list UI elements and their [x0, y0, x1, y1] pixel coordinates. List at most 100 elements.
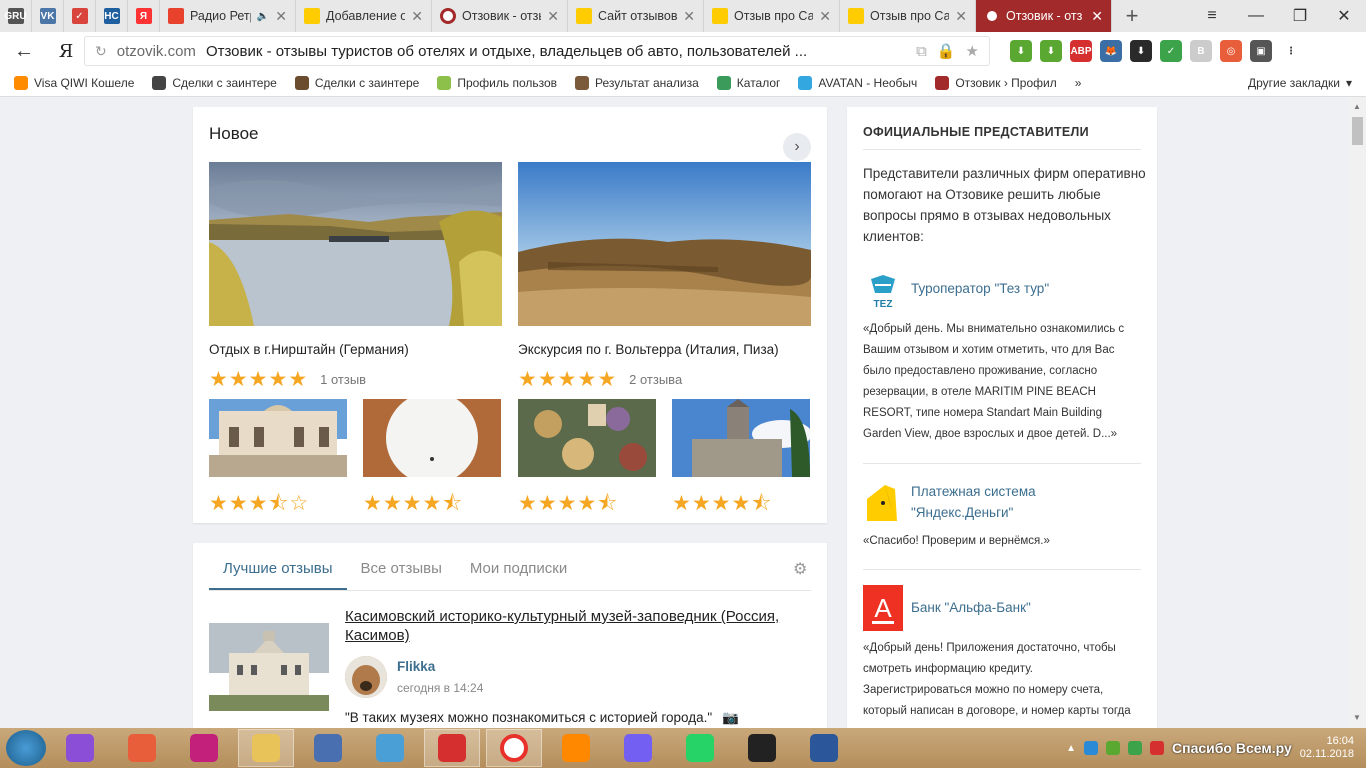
- tray-download-icon[interactable]: [1106, 741, 1121, 755]
- bookmark-item[interactable]: Профиль пользов: [437, 76, 557, 90]
- bookmark-star-icon[interactable]: ★: [966, 42, 979, 60]
- speed-app-button[interactable]: [300, 729, 356, 767]
- browser-tab[interactable]: Отзовик - отз ✕: [976, 0, 1112, 32]
- church-photo[interactable]: [672, 399, 812, 477]
- review-count[interactable]: 1 отзыв: [320, 372, 366, 387]
- other-bookmarks[interactable]: Другие закладки ▾: [1248, 76, 1352, 90]
- viber-app-button[interactable]: [610, 729, 666, 767]
- tray-z-icon[interactable]: [1084, 741, 1099, 755]
- menu-icon[interactable]: ⋮: [1280, 40, 1302, 62]
- review-tab[interactable]: Мои подписки: [456, 543, 581, 590]
- tray-expand-icon[interactable]: ▲: [1066, 743, 1076, 754]
- picasa-app-button[interactable]: [114, 729, 170, 767]
- next-arrow-button[interactable]: ›: [783, 133, 811, 161]
- bookmark-item[interactable]: Сделки с заинтере: [294, 76, 419, 90]
- adblock-icon[interactable]: ABP: [1070, 40, 1092, 62]
- bookmark-item[interactable]: Visa QIWI Кошеле: [14, 76, 134, 90]
- pinned-tab[interactable]: НС: [96, 0, 128, 32]
- scroll-thumb[interactable]: [1352, 117, 1363, 145]
- browser-tab[interactable]: Радио Ретр 🔈 ✕: [160, 0, 296, 32]
- savefrom-icon[interactable]: ⬇: [1130, 40, 1152, 62]
- tez-tour-logo[interactable]: TEZ: [863, 275, 903, 321]
- close-tab-icon[interactable]: ✕: [683, 8, 695, 25]
- robot-vacuum-photo[interactable]: [363, 392, 501, 484]
- page-scrollbar[interactable]: ▲ ▼: [1349, 98, 1366, 728]
- browser-tab[interactable]: Отзыв про Сайт ✕: [704, 0, 840, 32]
- camera-app-button[interactable]: [176, 729, 232, 767]
- fox-icon[interactable]: 🦊: [1100, 40, 1122, 62]
- review-title-link[interactable]: Касимовский историко-культурный музей-за…: [345, 607, 785, 645]
- speaker-icon[interactable]: 🔈: [257, 11, 269, 22]
- rhine-river-photo[interactable]: [209, 162, 502, 326]
- close-tab-icon[interactable]: ✕: [1091, 8, 1103, 25]
- review-tab[interactable]: Лучшие отзывы: [209, 543, 347, 590]
- rep-text-alfa-bank[interactable]: «Добрый день! Приложения достаточно, что…: [863, 638, 1143, 722]
- yandex-browser-app-button[interactable]: [486, 729, 542, 767]
- close-tab-icon[interactable]: ✕: [275, 8, 287, 25]
- hotel-photo[interactable]: [209, 399, 347, 477]
- start-button[interactable]: [6, 730, 46, 766]
- word-app-button[interactable]: [796, 729, 852, 767]
- close-icon[interactable]: ✕: [1322, 0, 1366, 32]
- photos-app-button[interactable]: [362, 729, 418, 767]
- minimize-icon[interactable]: —: [1234, 0, 1278, 32]
- address-bar[interactable]: ↻ otzovik.com Отзовик - отзывы туристов …: [84, 36, 990, 66]
- browser-tab[interactable]: Добавление отз ✕: [296, 0, 432, 32]
- browser-tab[interactable]: Сайт отзывов от ✕: [568, 0, 704, 32]
- browser-tab[interactable]: Отзовик - отзыв ✕: [432, 0, 568, 32]
- new-tab-button[interactable]: +: [1112, 0, 1152, 32]
- camera-ext-icon[interactable]: ◎: [1220, 40, 1242, 62]
- scroll-down-icon[interactable]: ▼: [1353, 713, 1361, 722]
- restore-icon[interactable]: ❐: [1278, 0, 1322, 32]
- reload-icon[interactable]: ↻: [95, 43, 107, 60]
- alfa-bank-logo[interactable]: А: [863, 585, 903, 631]
- close-tab-icon[interactable]: ✕: [819, 8, 831, 25]
- bookmark-item[interactable]: Сделки с заинтере: [152, 76, 277, 90]
- yandex-money-logo[interactable]: [863, 481, 903, 527]
- download-green-icon-2[interactable]: ⬇: [1040, 40, 1062, 62]
- bookmarks-more-icon[interactable]: »: [1075, 76, 1082, 90]
- close-tab-icon[interactable]: ✕: [955, 8, 967, 25]
- souvenirs-photo[interactable]: [518, 399, 656, 477]
- tray-evernote-icon[interactable]: [1128, 741, 1143, 755]
- clock[interactable]: 16:04 02.11.2018: [1300, 735, 1354, 761]
- translate-icon[interactable]: ⧉: [916, 43, 927, 60]
- opera-app-button[interactable]: [424, 729, 480, 767]
- bookmark-item[interactable]: Результат анализа: [575, 76, 699, 90]
- featured-caption-1[interactable]: Отдых в г.Нирштайн (Германия): [209, 342, 409, 357]
- close-tab-icon[interactable]: ✕: [411, 8, 423, 25]
- explorer-app-button[interactable]: [238, 729, 294, 767]
- shield-icon[interactable]: ✓: [1160, 40, 1182, 62]
- pinned-tab[interactable]: ✓: [64, 0, 96, 32]
- whatsapp-app-button[interactable]: [672, 729, 728, 767]
- rep-text-yandex-money[interactable]: «Спасибо! Проверим и вернёмся.»: [863, 531, 1143, 552]
- author-avatar[interactable]: [345, 656, 387, 698]
- review-quote[interactable]: "В таких музеях можно познакомиться с ис…: [345, 710, 739, 726]
- back-button[interactable]: ←: [0, 40, 48, 63]
- rep-text-tez-tour[interactable]: «Добрый день. Мы внимательно ознакомилис…: [863, 319, 1143, 445]
- review-tab[interactable]: Все отзывы: [347, 543, 456, 590]
- bookmark-item[interactable]: Отзовик › Профил: [935, 76, 1057, 90]
- browser-tab[interactable]: Отзыв про Сайт ✕: [840, 0, 976, 32]
- rep-name-tez-tour[interactable]: Туроператор "Тез тур": [911, 278, 1049, 299]
- close-tab-icon[interactable]: ✕: [547, 8, 559, 25]
- museum-photo[interactable]: [209, 623, 329, 711]
- mic-app-button[interactable]: [52, 729, 108, 767]
- menu-icon[interactable]: ≡: [1190, 0, 1234, 32]
- rep-name-yandex-money[interactable]: Платежная система "Яндекс.Деньги": [911, 481, 1141, 523]
- featured-caption-2[interactable]: Экскурсия по г. Вольтерра (Италия, Пиза): [518, 342, 779, 357]
- volterra-photo[interactable]: [518, 162, 812, 326]
- scroll-up-icon[interactable]: ▲: [1353, 102, 1361, 111]
- review-author[interactable]: Flikka: [397, 659, 435, 674]
- yandex-home-button[interactable]: Я: [48, 41, 84, 62]
- vlc-app-button[interactable]: [548, 729, 604, 767]
- screenshot-icon[interactable]: ▣: [1250, 40, 1272, 62]
- pinned-tab[interactable]: VK: [32, 0, 64, 32]
- rep-name-alfa-bank[interactable]: Банк "Альфа-Банк": [911, 597, 1031, 618]
- pinned-tab[interactable]: Я: [128, 0, 160, 32]
- bookmark-item[interactable]: AVATAN - Необыч: [798, 76, 917, 90]
- b-ext-icon[interactable]: B: [1190, 40, 1212, 62]
- archicad-app-button[interactable]: [734, 729, 790, 767]
- lock-icon[interactable]: 🔒: [937, 42, 956, 60]
- settings-gear-icon[interactable]: ⚙: [793, 559, 807, 579]
